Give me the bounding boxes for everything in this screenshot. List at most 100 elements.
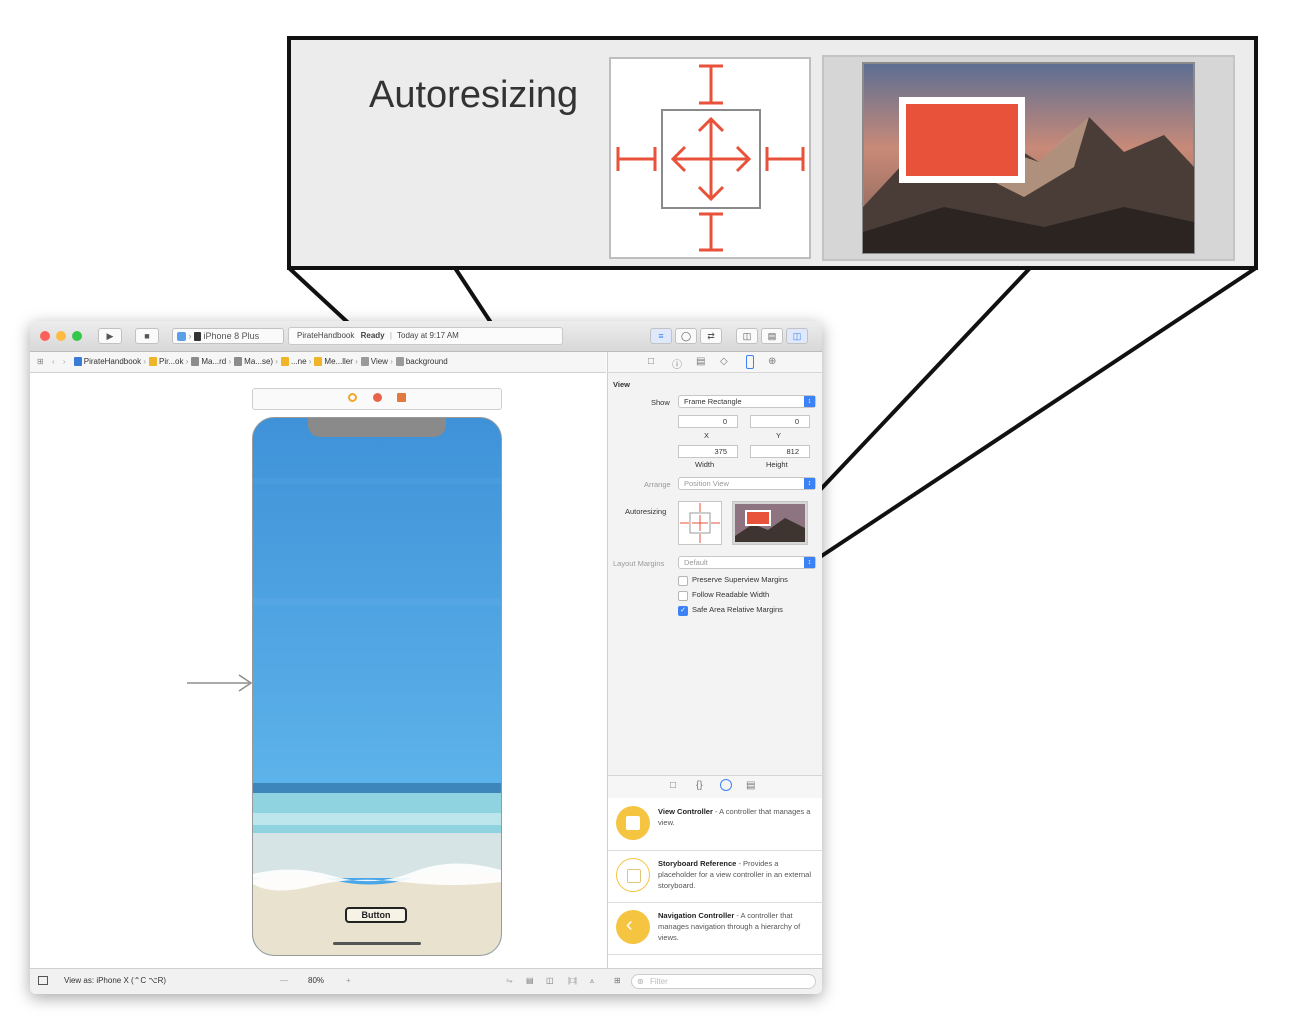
popup-arrows-icon: ↕ bbox=[804, 478, 815, 489]
y-field[interactable]: 0 bbox=[750, 415, 810, 428]
breadcrumb-item[interactable]: Ma...se) › bbox=[234, 352, 278, 372]
first-responder-icon[interactable] bbox=[373, 393, 382, 402]
scheme-app-icon bbox=[177, 332, 186, 342]
breadcrumb-item[interactable]: Me...ller › bbox=[314, 352, 358, 372]
align-icon[interactable]: ◫ bbox=[546, 969, 554, 993]
margins-checkbox-row[interactable]: ✓ Safe Area Relative Margins bbox=[608, 604, 822, 618]
breadcrumb-item[interactable]: View › bbox=[360, 352, 393, 372]
library-item[interactable]: View Controller - A controller that mana… bbox=[608, 798, 822, 851]
storyboard-canvas[interactable]: Button bbox=[30, 373, 606, 968]
filter-icon: ⊛ bbox=[637, 977, 644, 986]
x-field[interactable]: 0 bbox=[678, 415, 738, 428]
resolve-issues-icon[interactable]: ▵ bbox=[590, 969, 594, 993]
identity-inspector-icon[interactable]: ▤ bbox=[696, 356, 705, 367]
autoresizing-preview-image bbox=[735, 504, 805, 542]
button-element[interactable]: Button bbox=[345, 907, 407, 923]
back-icon[interactable]: ‹ bbox=[52, 357, 55, 366]
zoom-level-label[interactable]: 80% bbox=[308, 969, 324, 993]
show-label: Show bbox=[651, 398, 670, 407]
show-popup[interactable]: Frame Rectangle ↕ bbox=[678, 395, 816, 408]
margins-checkbox-row[interactable]: Follow Readable Width bbox=[608, 589, 822, 603]
breadcrumb-item[interactable]: Pir...ok › bbox=[149, 352, 188, 372]
zoom-out-button[interactable]: — bbox=[280, 969, 288, 993]
library-grid-toggle-icon[interactable]: ⊞ bbox=[614, 969, 621, 993]
checkbox-label: Follow Readable Width bbox=[692, 590, 770, 599]
arrange-popup[interactable]: Position View ↕ bbox=[678, 477, 816, 490]
document-outline-toggle-icon[interactable] bbox=[38, 976, 48, 985]
checkbox-label: Safe Area Relative Margins bbox=[692, 605, 783, 614]
toggle-navigator-button[interactable]: ◫ bbox=[736, 328, 758, 344]
autoresizing-mask-control[interactable] bbox=[678, 501, 722, 545]
autoresizing-preview bbox=[732, 501, 808, 545]
quick-help-icon[interactable]: ⓘ bbox=[672, 356, 682, 371]
size-inspector-icon[interactable] bbox=[746, 355, 754, 369]
view-as-label[interactable]: View as: iPhone X (⌃C ⌥R) bbox=[64, 969, 166, 993]
chevron-right-icon: › bbox=[188, 331, 192, 341]
breadcrumb-file-icon bbox=[149, 357, 158, 367]
autoresizing-label: Autoresizing bbox=[625, 507, 667, 516]
library-selector-bar: □ {} ▤ bbox=[608, 775, 822, 799]
layout-margins-popup[interactable]: Default ↕ bbox=[678, 556, 816, 569]
width-field[interactable]: 375 bbox=[678, 445, 738, 458]
library-item-text: Storyboard Reference - Provides a placeh… bbox=[658, 858, 813, 891]
checkbox-label: Preserve Superview Margins bbox=[692, 575, 788, 584]
checkbox[interactable] bbox=[678, 591, 688, 601]
library-filter-field[interactable]: ⊛ Filter bbox=[631, 974, 816, 989]
toggle-debug-area-button[interactable]: ▤ bbox=[761, 328, 783, 344]
file-inspector-icon[interactable]: □ bbox=[648, 356, 654, 367]
height-field[interactable]: 812 bbox=[750, 445, 810, 458]
breadcrumb-item[interactable]: background bbox=[395, 352, 448, 372]
chevron-right-icon: › bbox=[387, 357, 393, 366]
y-label: Y bbox=[776, 431, 782, 440]
exit-icon[interactable] bbox=[397, 393, 406, 402]
margins-checkbox-row[interactable]: Preserve Superview Margins bbox=[608, 574, 822, 588]
view-controller-icon[interactable] bbox=[348, 393, 357, 402]
scheme-selector[interactable]: › iPhone 8 Plus bbox=[172, 328, 284, 344]
activity-viewer: PirateHandbook Ready | Today at 9:17 AM bbox=[288, 327, 563, 345]
assistant-editor-button[interactable]: ◯ bbox=[675, 328, 697, 344]
update-frames-icon[interactable]: ⇋ bbox=[506, 969, 513, 993]
run-button[interactable]: ▶ bbox=[98, 328, 122, 344]
checkbox[interactable] bbox=[678, 576, 688, 586]
breadcrumb-item[interactable]: PirateHandbook › bbox=[73, 352, 146, 372]
chevron-right-icon: › bbox=[273, 357, 278, 366]
activity-time-label: Today at 9:17 AM bbox=[397, 331, 459, 340]
attributes-inspector-icon[interactable]: ◇ bbox=[720, 356, 728, 367]
toggle-utilities-button[interactable]: ◫ bbox=[786, 328, 808, 344]
inspector-selector-bar: □ ⓘ ▤ ◇ ⊕ bbox=[608, 352, 822, 373]
connections-inspector-icon[interactable]: ⊕ bbox=[768, 356, 776, 367]
file-template-library-icon[interactable]: □ bbox=[670, 780, 676, 791]
initial-view-controller-arrow-icon[interactable] bbox=[185, 673, 255, 693]
library-item[interactable]: Storyboard Reference - Provides a placeh… bbox=[608, 850, 822, 903]
version-editor-icon: ⇄ bbox=[707, 331, 715, 341]
layout-margins-label: Layout Margins bbox=[613, 559, 665, 568]
zoom-in-button[interactable]: + bbox=[346, 969, 351, 993]
close-window-button[interactable] bbox=[40, 331, 50, 341]
embed-in-stack-icon[interactable]: ▤ bbox=[526, 969, 534, 993]
breadcrumb-item[interactable]: Ma...rd › bbox=[191, 352, 231, 372]
x-label: X bbox=[704, 431, 710, 440]
standard-editor-icon: ≡ bbox=[658, 331, 664, 341]
breadcrumb-item[interactable]: ...ne › bbox=[280, 352, 311, 372]
home-indicator bbox=[333, 942, 421, 945]
library-item[interactable]: ‹ Navigation Controller - A controller th… bbox=[608, 902, 822, 955]
device-frame-iphone-x[interactable]: Button bbox=[252, 417, 502, 956]
height-label: Height bbox=[766, 460, 788, 469]
checkbox[interactable]: ✓ bbox=[678, 606, 688, 616]
debug-pane-icon: ▤ bbox=[767, 331, 777, 341]
object-library-icon[interactable] bbox=[720, 779, 732, 791]
media-library-icon[interactable]: ▤ bbox=[746, 780, 755, 791]
code-snippet-library-icon[interactable]: {} bbox=[696, 780, 703, 791]
related-items-icon[interactable]: ⊞ bbox=[37, 357, 44, 366]
zoom-window-button[interactable] bbox=[72, 331, 82, 341]
layout-margins-value: Default bbox=[684, 558, 708, 567]
stop-button[interactable]: ■ bbox=[135, 328, 159, 344]
forward-icon[interactable]: › bbox=[63, 357, 66, 366]
chevron-right-icon: › bbox=[226, 357, 232, 366]
add-constraints-icon[interactable]: |□| bbox=[568, 969, 577, 993]
breadcrumb-file-icon bbox=[191, 357, 200, 367]
standard-editor-button[interactable]: ≡ bbox=[650, 328, 672, 344]
arrange-popup-value: Position View bbox=[684, 479, 729, 488]
version-editor-button[interactable]: ⇄ bbox=[700, 328, 722, 344]
minimize-window-button[interactable] bbox=[56, 331, 66, 341]
